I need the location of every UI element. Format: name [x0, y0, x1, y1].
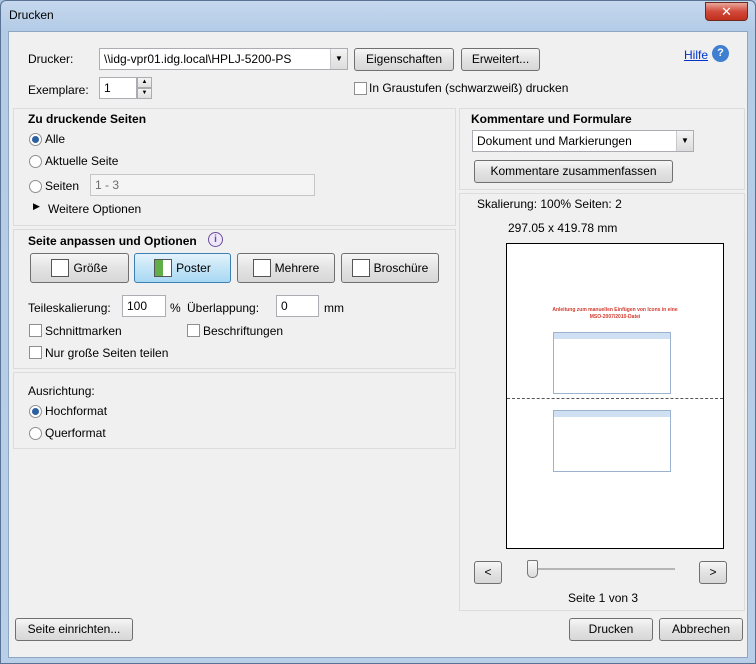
poster-button[interactable]: Poster — [134, 253, 231, 283]
grayscale-label: In Graustufen (schwarzweiß) drucken — [369, 81, 569, 95]
preview-screenshot-1 — [553, 332, 671, 394]
summarize-comments-button[interactable]: Kommentare zusammenfassen — [474, 160, 673, 183]
cut-marks-checkbox[interactable] — [29, 324, 42, 337]
advanced-button[interactable]: Erweitert... — [461, 48, 540, 71]
preview-page: Anleitung zum manuellen Einfügen von Ico… — [506, 243, 724, 549]
fit-title: Seite anpassen und Optionen — [28, 234, 197, 248]
tile-scale-label: Teileskalierung: — [28, 301, 111, 315]
copies-input[interactable]: 1 — [99, 77, 137, 99]
overlap-unit: mm — [324, 301, 344, 315]
radio-landscape[interactable] — [29, 427, 42, 440]
grayscale-checkbox[interactable] — [354, 82, 367, 95]
overlap-label: Überlappung: — [187, 301, 260, 315]
overlap-input[interactable]: 0 — [276, 295, 319, 317]
radio-portrait-label: Hochformat — [45, 404, 108, 418]
preview-scaling: Skalierung: 100% Seiten: 2 — [477, 197, 622, 211]
radio-current-page-label: Aktuelle Seite — [45, 154, 119, 168]
orientation-title: Ausrichtung: — [28, 384, 95, 398]
spin-up-icon[interactable]: ▲ — [137, 77, 152, 88]
size-icon — [51, 258, 70, 277]
multiple-pages-icon — [252, 258, 271, 277]
chevron-down-icon[interactable]: ▼ — [676, 131, 693, 151]
chevron-down-icon[interactable]: ▼ — [330, 49, 347, 69]
expand-arrow-icon[interactable]: ▶ — [33, 201, 40, 212]
booklet-button[interactable]: Broschüre — [341, 253, 439, 283]
printer-select[interactable]: \\idg-vpr01.idg.local\HPLJ-5200-PS ▼ — [99, 48, 348, 70]
page-slider-thumb[interactable] — [527, 560, 538, 578]
spin-down-icon[interactable]: ▼ — [137, 88, 152, 99]
cut-marks-label: Schnittmarken — [45, 324, 122, 338]
print-dialog-window: Drucken ✕ Drucker: \\idg-vpr01.idg.local… — [0, 0, 756, 664]
large-pages-label: Nur große Seiten teilen — [45, 346, 169, 360]
preview-doc-title-1: Anleitung zum manuellen Einfügen von Ico… — [552, 307, 678, 313]
info-icon[interactable]: i — [208, 232, 223, 247]
printer-select-value: \\idg-vpr01.idg.local\HPLJ-5200-PS — [104, 52, 292, 66]
page-setup-button[interactable]: Seite einrichten... — [15, 618, 133, 641]
printer-label: Drucker: — [28, 52, 74, 66]
close-button[interactable]: ✕ — [705, 2, 748, 21]
radio-all[interactable] — [29, 133, 42, 146]
properties-button[interactable]: Eigenschaften — [354, 48, 454, 71]
tile-scale-input[interactable]: 100 — [122, 295, 166, 317]
size-button[interactable]: Größe — [30, 253, 129, 283]
page-slider-track[interactable] — [531, 568, 675, 570]
comments-title: Kommentare und Formulare — [471, 112, 632, 126]
labels-label: Beschriftungen — [203, 324, 284, 338]
poster-icon — [154, 258, 173, 277]
print-button[interactable]: Drucken — [569, 618, 653, 641]
large-pages-checkbox[interactable] — [29, 346, 42, 359]
comments-select-value: Dokument und Markierungen — [477, 134, 632, 148]
page-range-input[interactable]: 1 - 3 — [90, 174, 315, 196]
comments-select[interactable]: Dokument und Markierungen ▼ — [472, 130, 694, 152]
radio-landscape-label: Querformat — [45, 426, 106, 440]
radio-portrait[interactable] — [29, 405, 42, 418]
help-icon[interactable]: ? — [712, 45, 729, 62]
prev-page-button[interactable]: < — [474, 561, 502, 584]
cancel-button[interactable]: Abbrechen — [659, 618, 743, 641]
next-page-button[interactable]: > — [699, 561, 727, 584]
preview-page-info: Seite 1 von 3 — [568, 591, 639, 605]
preview-cut-line — [507, 398, 723, 399]
preview-size: 297.05 x 419.78 mm — [508, 221, 618, 235]
help-link[interactable]: Hilfe — [684, 48, 708, 62]
dialog-client-area: Drucker: \\idg-vpr01.idg.local\HPLJ-5200… — [8, 31, 748, 658]
radio-current-page[interactable] — [29, 155, 42, 168]
pages-title: Zu druckende Seiten — [28, 112, 147, 126]
title-bar[interactable]: Drucken ✕ — [1, 1, 755, 31]
more-options-toggle[interactable]: Weitere Optionen — [48, 202, 141, 216]
window-title: Drucken — [9, 8, 54, 22]
radio-page-range-label: Seiten — [45, 179, 80, 193]
tile-scale-unit: % — [170, 301, 181, 315]
labels-checkbox[interactable] — [187, 324, 200, 337]
preview-doc-title-2: MSO-2007/2010-Datei — [589, 314, 641, 320]
radio-all-label: Alle — [45, 132, 66, 146]
copies-label: Exemplare: — [28, 83, 89, 97]
multiple-button[interactable]: Mehrere — [237, 253, 335, 283]
preview-screenshot-2 — [553, 410, 671, 472]
radio-page-range[interactable] — [29, 180, 42, 193]
booklet-icon — [351, 258, 370, 277]
